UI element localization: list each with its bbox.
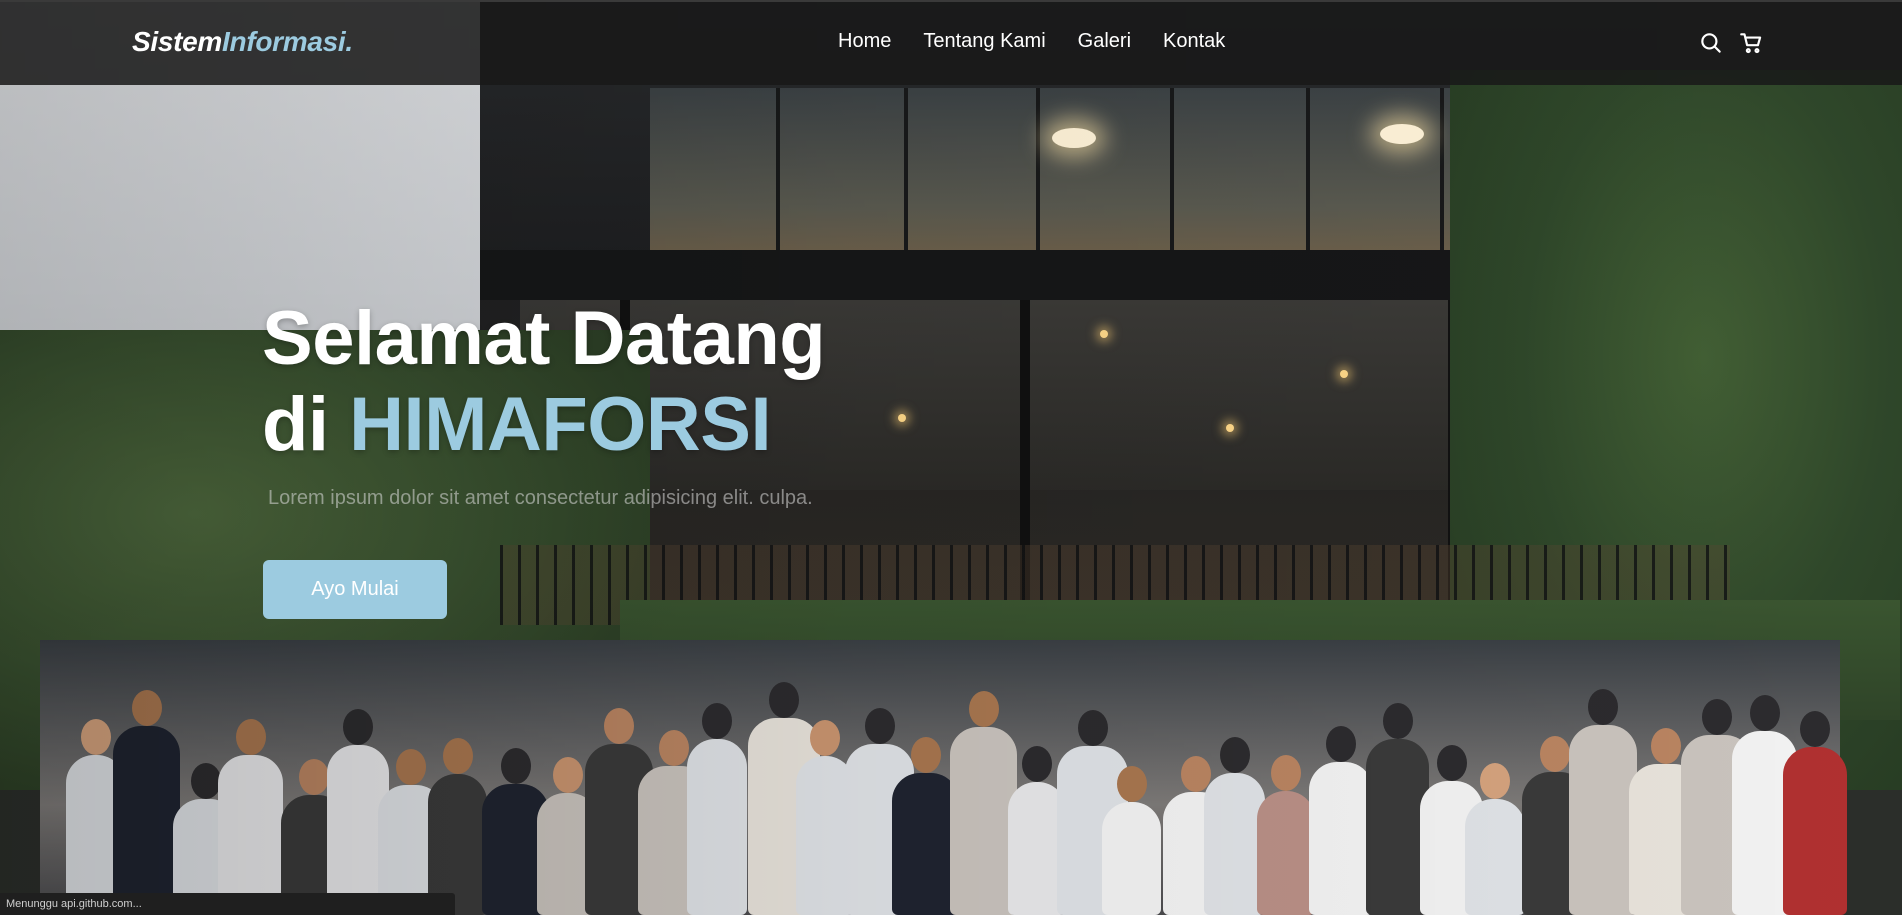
hero-headline: Selamat Datang di HIMAFORSI	[262, 296, 826, 468]
hero-subtitle: Lorem ipsum dolor sit amet consectetur a…	[268, 487, 813, 509]
main-nav: Home Tentang Kami Galeri Kontak	[838, 30, 1225, 53]
nav-home[interactable]: Home	[838, 30, 891, 53]
hero-headline-line1: Selamat Datang	[262, 296, 826, 381]
cart-icon[interactable]	[1738, 30, 1764, 56]
site-header: SistemInformasi. Home Tentang Kami Galer…	[0, 0, 1902, 85]
brand-logo[interactable]: SistemInformasi.	[132, 26, 353, 58]
brand-part2: Informasi	[222, 26, 346, 57]
search-icon[interactable]	[1698, 30, 1724, 56]
browser-status-bar: Menunggu api.github.com...	[0, 893, 455, 915]
nav-about[interactable]: Tentang Kami	[923, 30, 1045, 53]
hero-headline-accent: HIMAFORSI	[349, 382, 772, 467]
nav-gallery[interactable]: Galeri	[1078, 30, 1131, 53]
cta-button[interactable]: Ayo Mulai	[263, 560, 447, 619]
brand-dot: .	[345, 26, 353, 57]
nav-contact[interactable]: Kontak	[1163, 30, 1225, 53]
hero-headline-prefix: di	[262, 382, 350, 467]
brand-part1: Sistem	[132, 26, 223, 57]
